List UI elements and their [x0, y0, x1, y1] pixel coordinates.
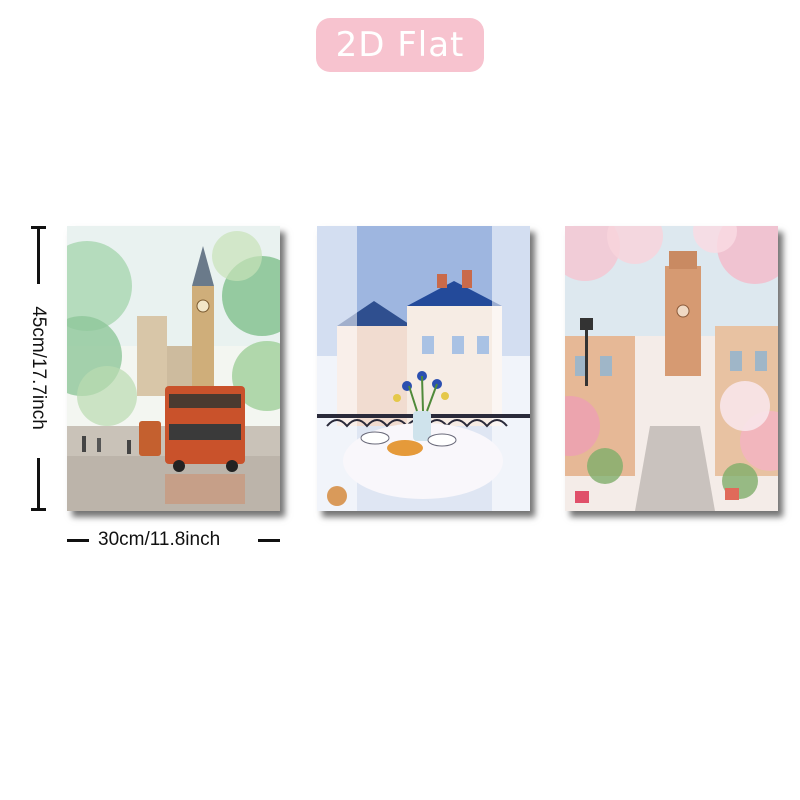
balcony-painting: [317, 226, 530, 511]
canvas-panel-london: [67, 226, 280, 511]
width-line-left: [67, 539, 89, 542]
london-painting: [67, 226, 280, 511]
canvas-panel-balcony: [317, 226, 530, 511]
width-label: 30cm/11.8inch: [98, 529, 221, 550]
blossom-painting: [565, 226, 778, 511]
canvas-panel-blossom: [565, 226, 778, 511]
height-line-top: [37, 226, 40, 284]
height-cap-bottom: [31, 508, 46, 511]
width-line-right: [258, 539, 280, 542]
height-label: 45cm/17.7inch: [28, 306, 49, 430]
height-line-bottom: [37, 458, 40, 511]
style-badge: 2D Flat: [316, 18, 484, 72]
